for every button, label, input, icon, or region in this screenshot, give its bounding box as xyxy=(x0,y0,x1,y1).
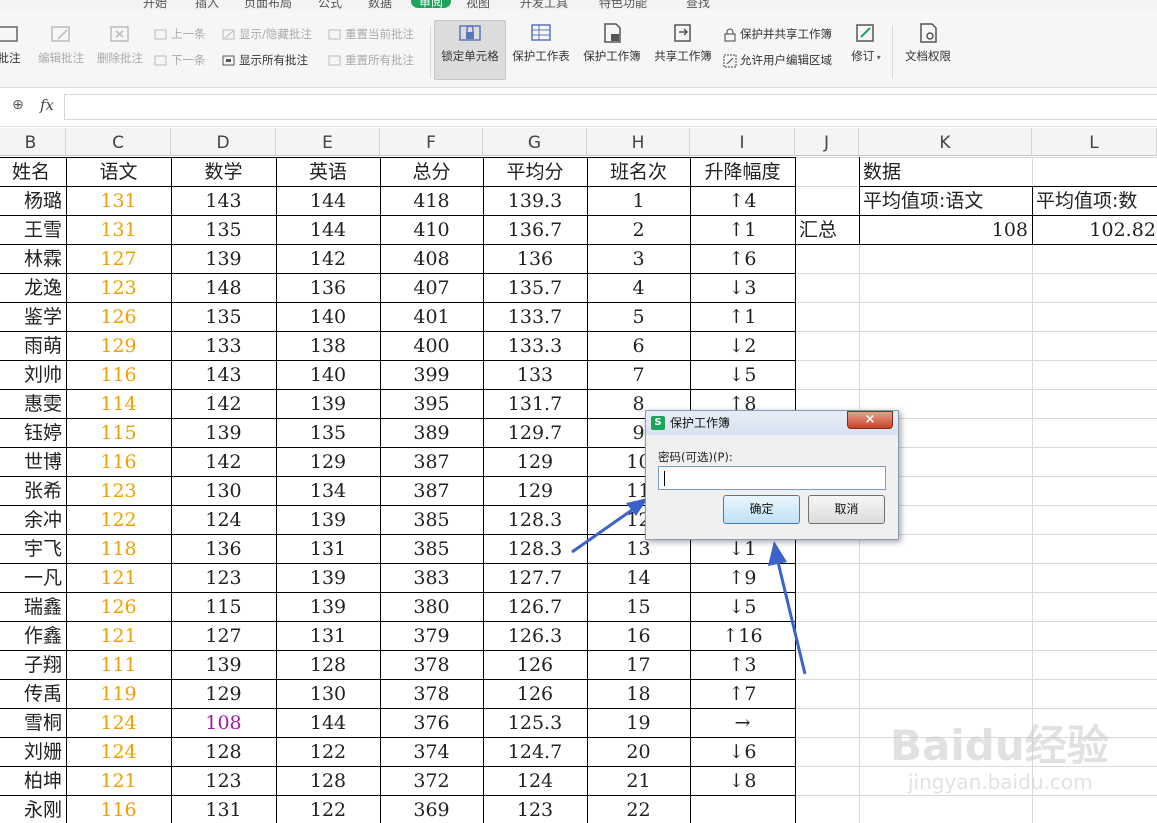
text-caret xyxy=(664,471,665,486)
watermark-logo: Baidu经验 xyxy=(890,721,1109,770)
ok-button[interactable]: 确定 xyxy=(723,495,800,524)
arrow-to-ok-button xyxy=(768,541,807,675)
spreadsheet-app: 开始 插入 页面布局 公式 数据 审阅 视图 开发工具 特色功能 查找 批注 编辑批注 删除批注 … xyxy=(0,0,1157,823)
wps-logo-icon: S xyxy=(651,416,665,430)
protect-workbook-dialog: S 保护工作簿 × 密码(可选)(P): 确定 取消 xyxy=(645,410,899,540)
password-input[interactable] xyxy=(658,466,886,490)
password-label: 密码(可选)(P): xyxy=(658,450,733,464)
dialog-close-button[interactable]: × xyxy=(847,411,893,429)
arrow-to-password-field xyxy=(571,498,648,554)
dialog-title: 保护工作簿 xyxy=(670,416,731,430)
watermark-url: jingyan.baidu.com xyxy=(908,770,1093,794)
annotation-arrows xyxy=(571,498,807,675)
cancel-button[interactable]: 取消 xyxy=(808,495,885,524)
